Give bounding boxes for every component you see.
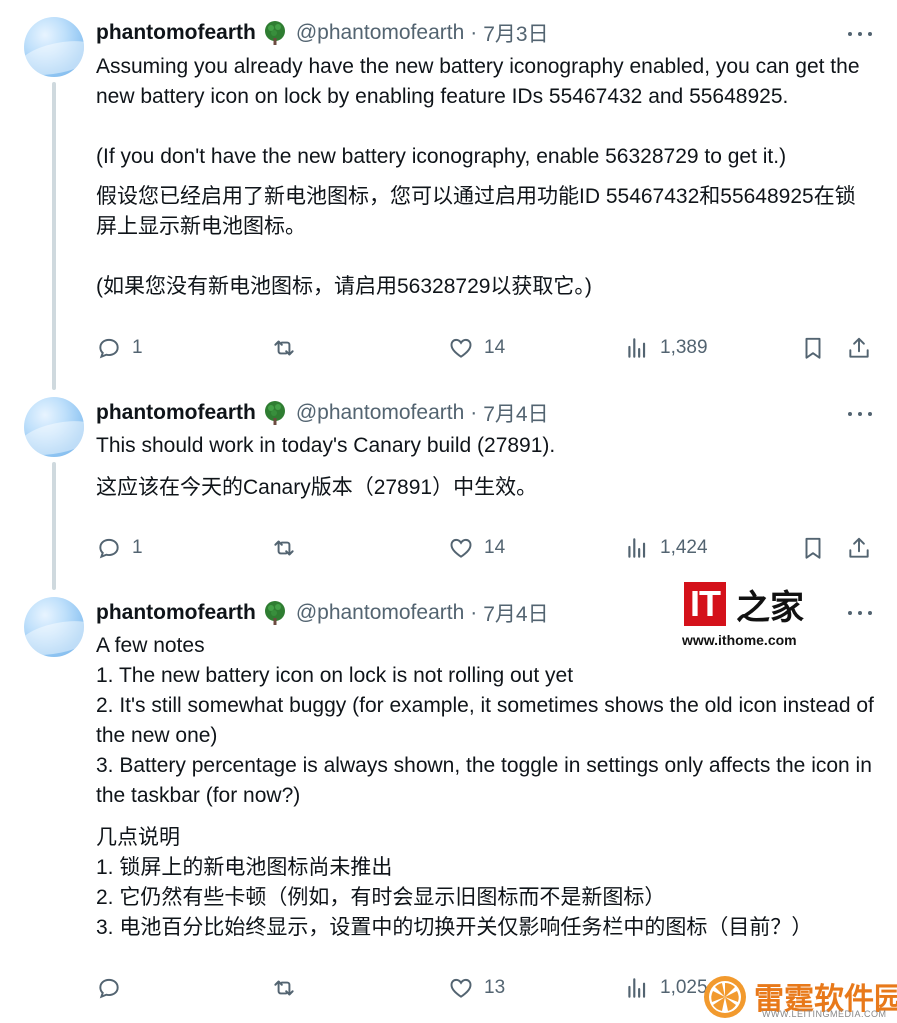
reply-icon [99, 338, 119, 359]
more-icon[interactable] [846, 24, 874, 44]
author-handle[interactable]: @phantomofearth [296, 401, 464, 425]
bookmark-button[interactable] [800, 333, 826, 363]
retweet-button[interactable] [271, 533, 297, 563]
tweet-paragraph: 这应该在今天的Canary版本（27891）中生效。 [96, 476, 538, 499]
views-count: 1,424 [660, 537, 708, 558]
tweet-paragraph: 假设您已经启用了新电池图标，您可以通过启用功能ID 55467432和55648… [96, 185, 856, 238]
tweet-header: phantomofearth @phantomofearth · 7月4日 [96, 597, 549, 629]
retweet-button[interactable] [271, 333, 297, 363]
like-count: 14 [484, 337, 506, 358]
tweet-header: phantomofearth @phantomofearth · 7月4日 [96, 397, 549, 429]
like-button[interactable]: 13 [448, 973, 505, 1003]
author-handle[interactable]: @phantomofearth [296, 601, 464, 625]
thread: phantomofearth @phantomofearth · 7月3日 As… [0, 0, 897, 1023]
more-icon[interactable] [846, 404, 874, 424]
tweet-paragraph: (If you don't have the new battery icono… [96, 145, 787, 168]
retweet-button[interactable] [271, 973, 297, 1003]
bookmark-button[interactable] [800, 533, 826, 563]
separator-dot: · [470, 601, 478, 624]
bookmark-icon [805, 537, 821, 559]
avatar[interactable] [24, 597, 84, 657]
retweet-icon [274, 540, 294, 556]
like-count: 13 [484, 977, 506, 998]
views-icon [628, 978, 646, 998]
separator-dot: · [470, 401, 478, 424]
author-name[interactable]: phantomofearth [96, 601, 256, 625]
reply-count: 1 [132, 537, 143, 558]
retweet-icon [274, 980, 294, 996]
more-icon[interactable] [846, 603, 874, 623]
ithome-logo: IT 之家 [684, 582, 804, 628]
avatar[interactable] [24, 17, 84, 77]
tweet-paragraph: A few notes 1. The new battery icon on l… [96, 634, 874, 807]
tree-badge-icon [264, 401, 285, 425]
like-count: 14 [484, 537, 506, 558]
ithome-watermark: IT 之家 www.ithome.com [680, 578, 810, 652]
tweet-date[interactable]: 7月4日 [483, 598, 548, 628]
author-name[interactable]: phantomofearth [96, 401, 256, 425]
share-button[interactable] [846, 333, 872, 363]
tweet-paragraph: (如果您没有新电池图标，请启用56328729以获取它。) [96, 275, 592, 298]
ithome-url: www.ithome.com [682, 632, 797, 648]
reply-icon [99, 978, 119, 999]
tweet-date[interactable]: 7月3日 [483, 18, 548, 48]
tweet-header: phantomofearth @phantomofearth · 7月3日 [96, 17, 549, 49]
views-button[interactable]: 1,424 [624, 533, 708, 563]
author-name[interactable]: phantomofearth [96, 21, 256, 45]
tweet-text: A few notes 1. The new battery icon on l… [96, 631, 876, 943]
tweet-date[interactable]: 7月4日 [483, 398, 548, 428]
share-icon [849, 537, 869, 558]
reply-icon [99, 538, 119, 559]
tweet-paragraph: This should work in today's Canary build… [96, 434, 556, 457]
share-icon [849, 337, 869, 358]
tweet-actions: 1 14 1,424 [96, 533, 876, 563]
tweet-text: Assuming you already have the new batter… [96, 52, 876, 302]
reply-button[interactable]: 1 [96, 533, 143, 563]
like-button[interactable]: 14 [448, 533, 505, 563]
tree-badge-icon [264, 21, 285, 45]
views-icon [628, 338, 646, 358]
reply-button[interactable]: 1 [96, 333, 143, 363]
orange-slice-logo-icon [704, 976, 746, 1018]
avatar[interactable] [24, 397, 84, 457]
author-handle[interactable]: @phantomofearth [296, 21, 464, 45]
like-icon [450, 338, 472, 358]
views-count: 1,389 [660, 337, 708, 358]
reply-button[interactable] [96, 973, 132, 1003]
like-icon [450, 538, 472, 558]
tweet-paragraph: Assuming you already have the new batter… [96, 55, 860, 108]
tweet-paragraph: 几点说明 1. 锁屏上的新电池图标尚未推出 2. 它仍然有些卡顿（例如，有时会显… [96, 826, 813, 939]
tweet-actions: 1 14 1,389 [96, 333, 876, 363]
like-button[interactable]: 14 [448, 333, 505, 363]
tweet-text: This should work in today's Canary build… [96, 431, 876, 503]
leiting-watermark: 雷霆软件园 WWW.LEITINGMEDIA.COM [700, 968, 897, 1023]
separator-dot: · [470, 21, 478, 44]
views-button[interactable]: 1,389 [624, 333, 708, 363]
retweet-icon [274, 340, 294, 356]
reply-count: 1 [132, 337, 143, 358]
bookmark-icon [805, 337, 821, 359]
leiting-url: WWW.LEITINGMEDIA.COM [762, 1009, 887, 1019]
share-button[interactable] [846, 533, 872, 563]
views-icon [628, 538, 646, 558]
thread-connector [52, 82, 56, 390]
views-button[interactable]: 1,025 [624, 973, 708, 1003]
like-icon [450, 978, 472, 998]
tree-badge-icon [264, 601, 285, 625]
thread-connector [52, 462, 56, 590]
